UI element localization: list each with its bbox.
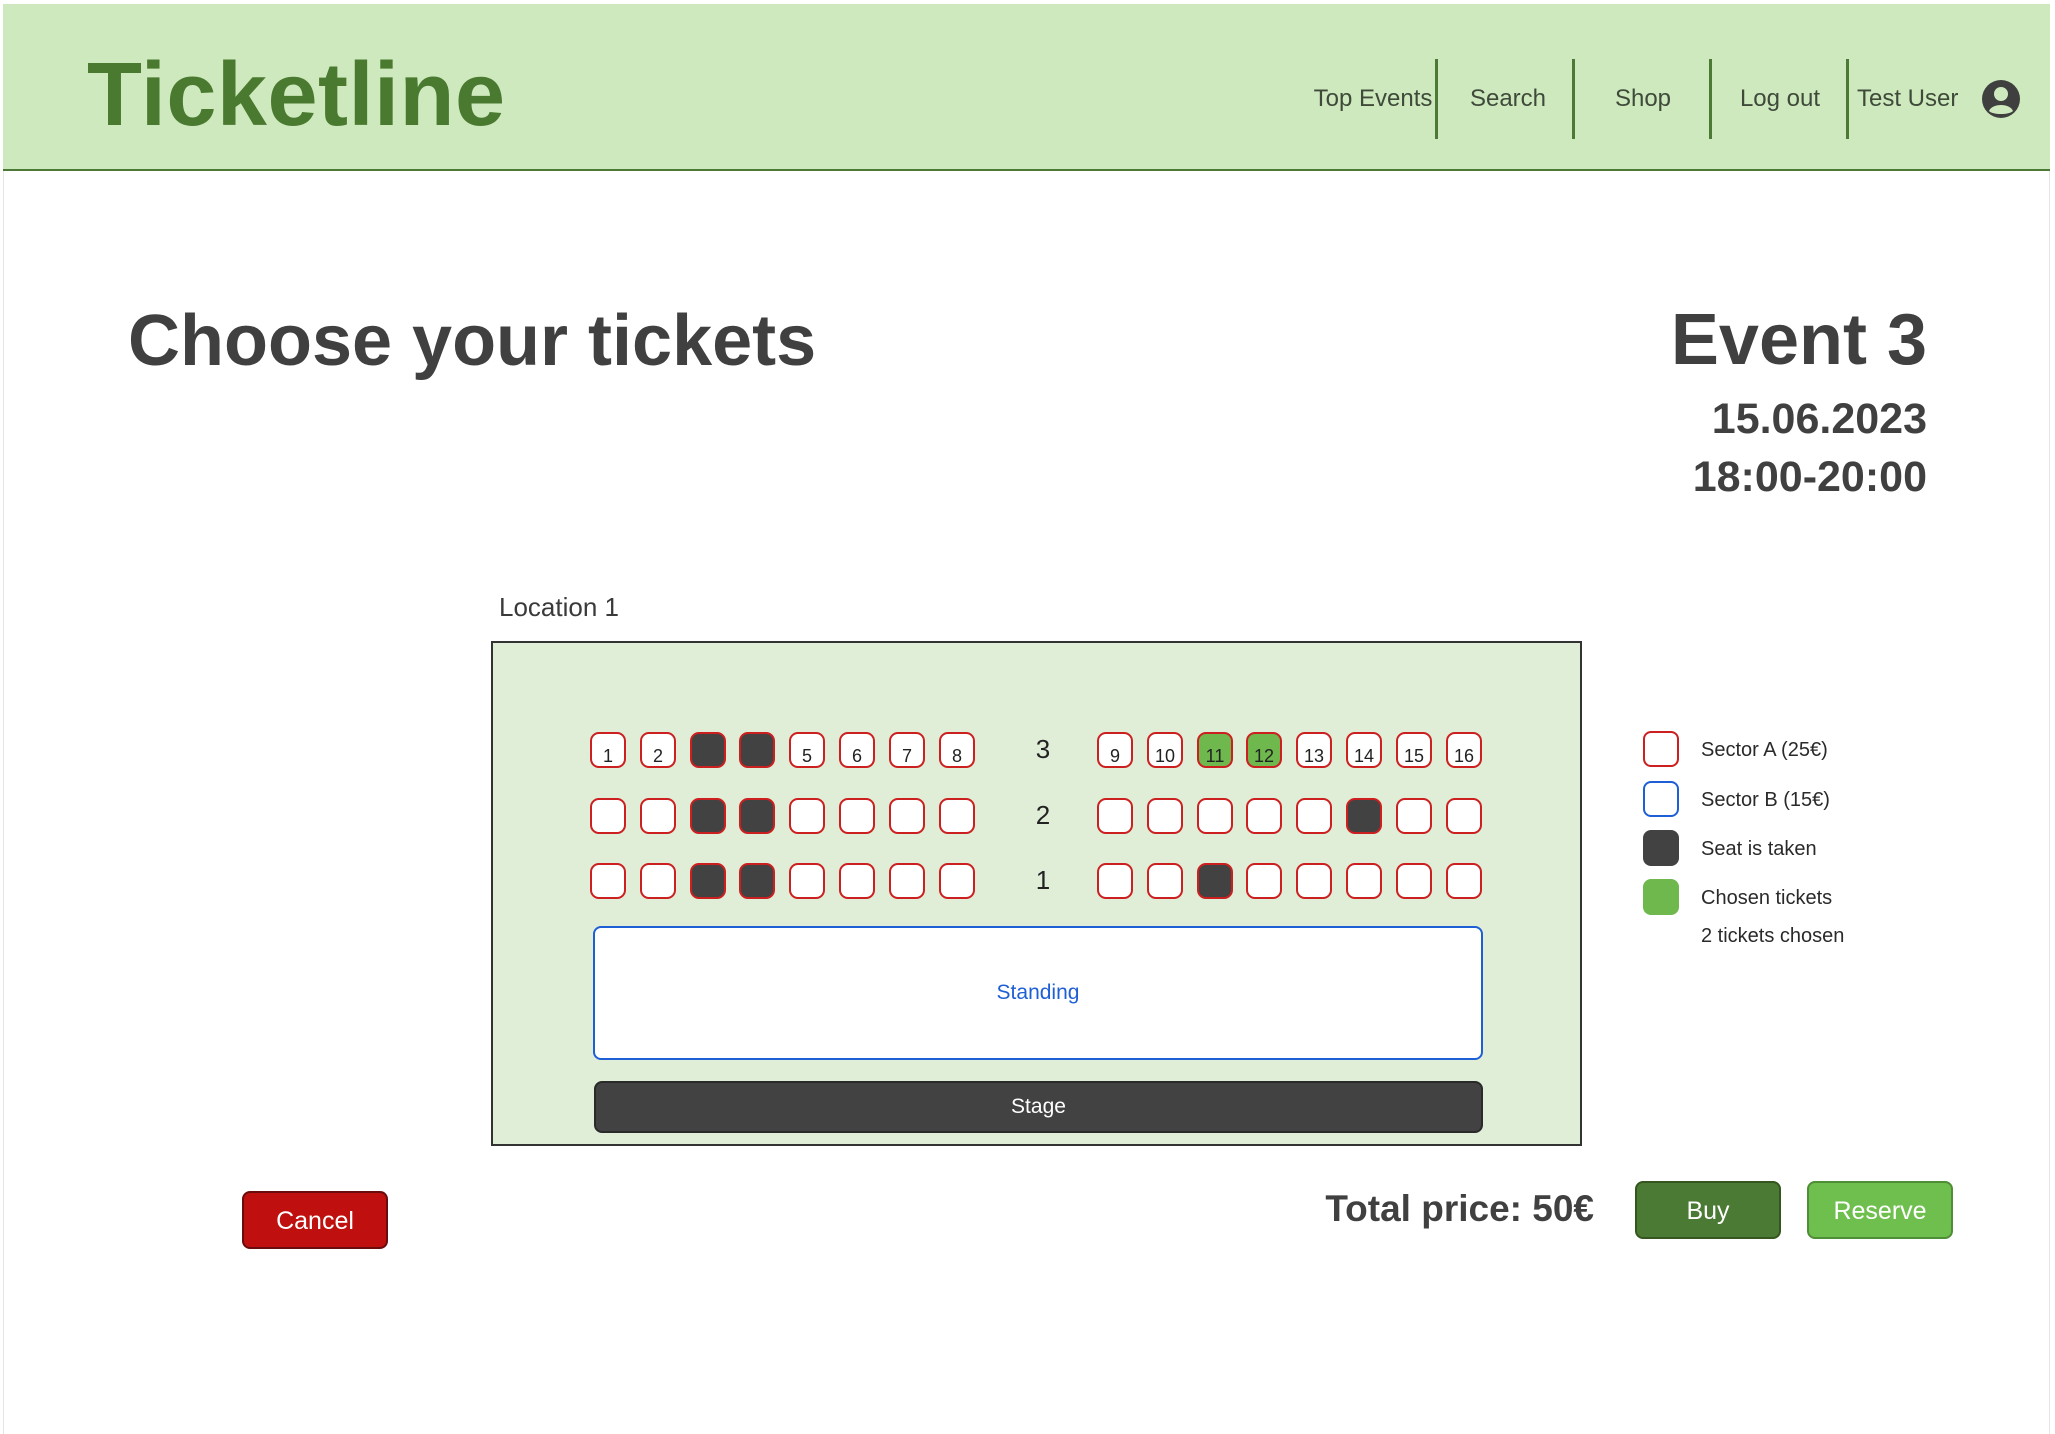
- seat-free[interactable]: [839, 798, 875, 834]
- seat-taken: [690, 732, 726, 768]
- nav-user-name[interactable]: Test User: [1857, 59, 1977, 139]
- seat-free[interactable]: [640, 863, 676, 899]
- nav-logout[interactable]: Log out: [1715, 59, 1845, 139]
- row-label: 2: [1035, 800, 1051, 830]
- seat-free[interactable]: [1097, 863, 1133, 899]
- legend-swatch-sector-a: [1643, 731, 1679, 767]
- seat-free[interactable]: 15: [1396, 732, 1432, 768]
- seat-taken: [739, 732, 775, 768]
- legend-label: Seat is taken: [1701, 838, 1817, 860]
- brand-logo[interactable]: Ticketline: [87, 44, 506, 147]
- location-label: Location 1: [499, 592, 619, 622]
- legend-label: Sector B (15€): [1701, 789, 1830, 811]
- seat-free[interactable]: [640, 798, 676, 834]
- seat-taken: [690, 863, 726, 899]
- seat-free[interactable]: 2: [640, 732, 676, 768]
- nav-divider: [1435, 59, 1438, 139]
- seat-free[interactable]: [1446, 798, 1482, 834]
- seat-free[interactable]: [939, 863, 975, 899]
- seat-free[interactable]: [1147, 863, 1183, 899]
- seat-free[interactable]: [1396, 798, 1432, 834]
- total-price: Total price: 50€: [1325, 1188, 1594, 1229]
- row-label: 1: [1035, 865, 1051, 895]
- seat-free[interactable]: [839, 863, 875, 899]
- seat-chosen[interactable]: 12: [1246, 732, 1282, 768]
- nav-shop[interactable]: Shop: [1578, 59, 1708, 139]
- seat-free[interactable]: [1097, 798, 1133, 834]
- legend-swatch-chosen: [1643, 879, 1679, 915]
- seat-chosen[interactable]: 11: [1197, 732, 1233, 768]
- seat-taken: [1197, 863, 1233, 899]
- buy-button[interactable]: Buy: [1635, 1181, 1781, 1239]
- nav-divider: [1572, 59, 1575, 139]
- seat-free[interactable]: [1296, 798, 1332, 834]
- legend-swatch-sector-b: [1643, 781, 1679, 817]
- seat-free[interactable]: 1: [590, 732, 626, 768]
- seat-taken: [1346, 798, 1382, 834]
- event-time: 18:00-20:00: [1692, 453, 1927, 501]
- seat-taken: [690, 798, 726, 834]
- seat-free[interactable]: [1446, 863, 1482, 899]
- nav-divider: [1709, 59, 1712, 139]
- legend-swatch-taken: [1643, 830, 1679, 866]
- legend-label: Sector A (25€): [1701, 739, 1828, 761]
- seat-free[interactable]: [1197, 798, 1233, 834]
- seat-free[interactable]: [590, 798, 626, 834]
- row-label: 3: [1035, 734, 1051, 764]
- page-title: Choose your tickets: [128, 301, 817, 381]
- seat-free[interactable]: [1147, 798, 1183, 834]
- event-info: Event 3 15.06.2023 18:00-20:00: [1671, 300, 1927, 506]
- tickets-chosen-count: 2 tickets chosen: [1701, 925, 1845, 947]
- seat-free[interactable]: 9: [1097, 732, 1133, 768]
- seat-free[interactable]: [590, 863, 626, 899]
- legend-item-chosen: Chosen tickets: [1643, 879, 1983, 919]
- seat-free[interactable]: [1396, 863, 1432, 899]
- nav-divider: [1846, 59, 1849, 139]
- nav-top-events[interactable]: Top Events: [1303, 59, 1443, 139]
- seat-free[interactable]: 10: [1147, 732, 1183, 768]
- event-name: Event 3: [1670, 300, 1927, 380]
- top-header: Ticketline Top Events Search Shop Log ou…: [3, 4, 2050, 171]
- legend-item-sector-a: Sector A (25€): [1643, 731, 1983, 771]
- legend-item-taken: Seat is taken: [1643, 830, 1983, 870]
- seat-free[interactable]: [789, 798, 825, 834]
- account-circle-icon[interactable]: [1981, 79, 2021, 119]
- seat-map: Standing Stage 3 1 2 5 6 7 8 9 10 11 12 13 14 15 16 2 1: [491, 641, 1582, 1146]
- seat-free[interactable]: [1246, 798, 1282, 834]
- standing-area[interactable]: Standing: [593, 926, 1483, 1060]
- seat-free[interactable]: 16: [1446, 732, 1482, 768]
- stage: Stage: [594, 1081, 1483, 1133]
- seat-free[interactable]: [1246, 863, 1282, 899]
- legend-item-sector-b: Sector B (15€): [1643, 781, 1983, 821]
- seat-free[interactable]: [789, 863, 825, 899]
- seat-free[interactable]: 8: [939, 732, 975, 768]
- legend-label: Chosen tickets: [1701, 887, 1833, 909]
- seat-taken: [739, 798, 775, 834]
- seat-free[interactable]: [1346, 863, 1382, 899]
- cancel-button[interactable]: Cancel: [242, 1191, 388, 1249]
- event-date: 15.06.2023: [1711, 395, 1927, 443]
- seat-free[interactable]: 7: [889, 732, 925, 768]
- seat-free[interactable]: [889, 863, 925, 899]
- seat-free[interactable]: 13: [1296, 732, 1332, 768]
- seat-taken: [739, 863, 775, 899]
- seat-free[interactable]: 14: [1346, 732, 1382, 768]
- nav-search[interactable]: Search: [1443, 59, 1573, 139]
- seat-free[interactable]: 6: [839, 732, 875, 768]
- reserve-button[interactable]: Reserve: [1807, 1181, 1953, 1239]
- seat-free[interactable]: [1296, 863, 1332, 899]
- seat-free[interactable]: [939, 798, 975, 834]
- seat-free[interactable]: 5: [789, 732, 825, 768]
- seat-free[interactable]: [889, 798, 925, 834]
